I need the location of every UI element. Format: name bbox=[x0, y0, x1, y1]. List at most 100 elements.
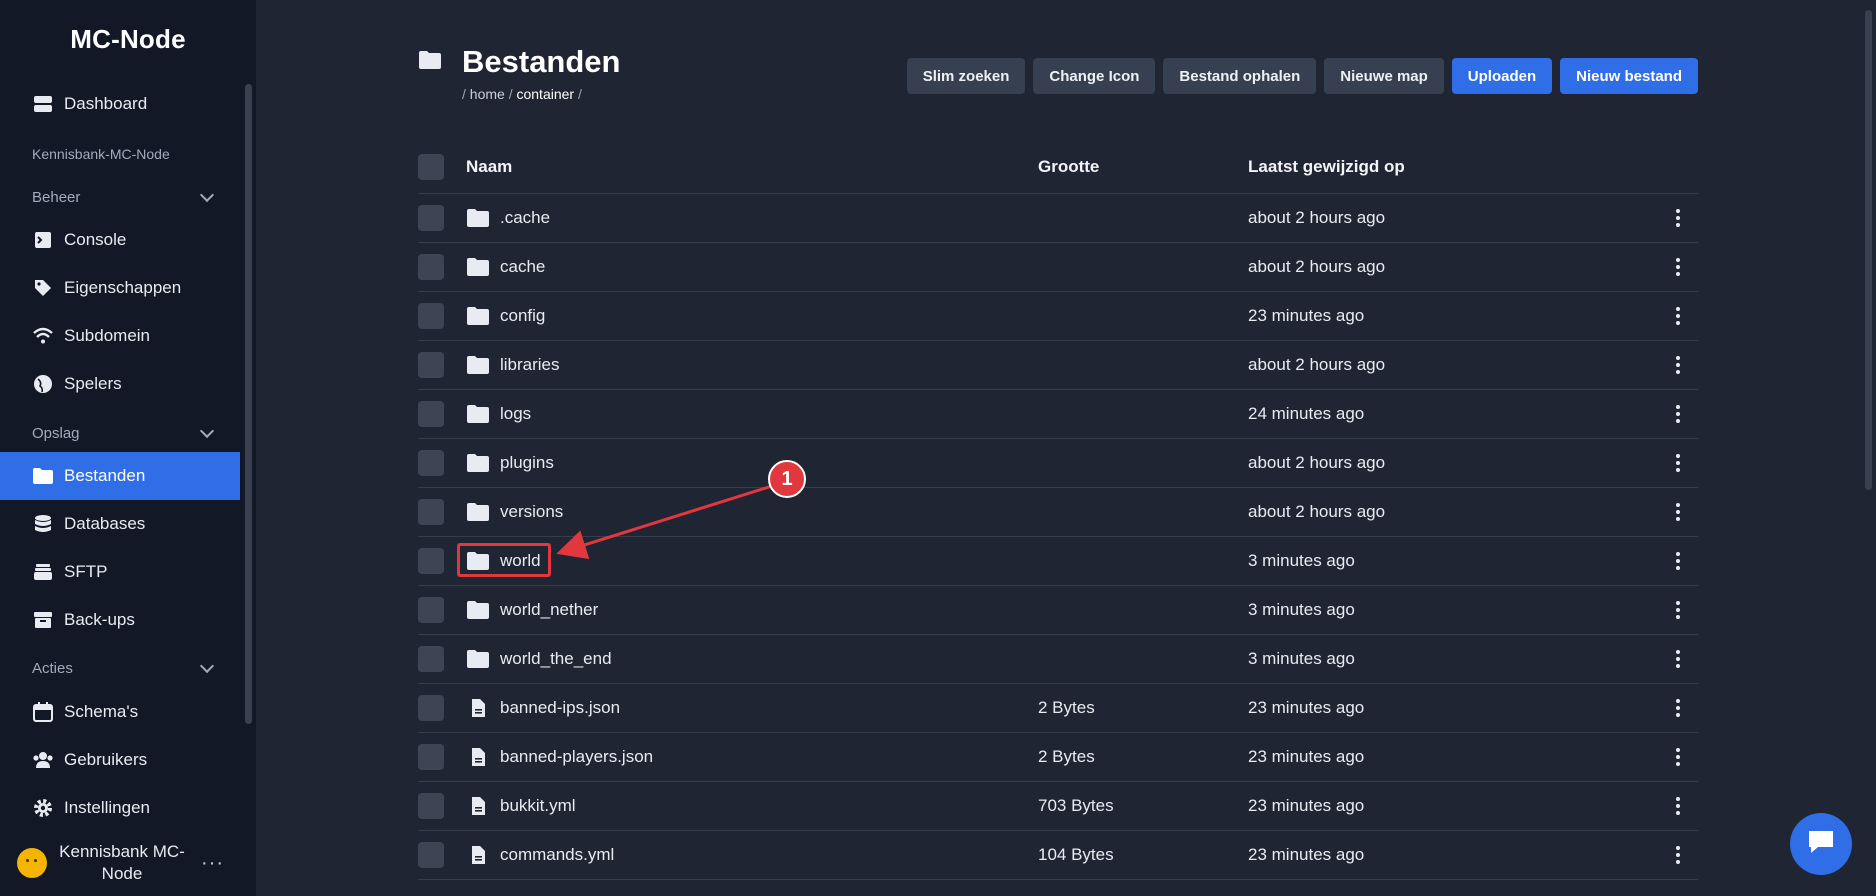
row-checkbox[interactable] bbox=[418, 646, 444, 672]
row-checkbox[interactable] bbox=[418, 205, 444, 231]
file-name-cell[interactable]: commands.yml bbox=[444, 845, 1038, 865]
row-actions-button[interactable] bbox=[1658, 797, 1698, 815]
file-name-cell[interactable]: logs bbox=[444, 404, 1038, 424]
file-name[interactable]: world bbox=[457, 543, 551, 577]
row-checkbox[interactable] bbox=[418, 303, 444, 329]
file-name-text[interactable]: plugins bbox=[500, 453, 554, 473]
row-actions-button[interactable] bbox=[1658, 601, 1698, 619]
table-row[interactable]: banned-ips.json 2 Bytes 23 minutes ago bbox=[418, 684, 1698, 733]
row-actions-button[interactable] bbox=[1658, 405, 1698, 423]
row-checkbox[interactable] bbox=[418, 401, 444, 427]
row-actions-button[interactable] bbox=[1658, 748, 1698, 766]
file-name[interactable]: plugins bbox=[466, 453, 554, 473]
table-row[interactable]: world_nether 3 minutes ago bbox=[418, 586, 1698, 635]
sidebar-item-bestanden[interactable]: Bestanden bbox=[0, 452, 240, 500]
row-checkbox[interactable] bbox=[418, 450, 444, 476]
section-opslag[interactable]: Opslag bbox=[32, 423, 215, 442]
breadcrumb-home[interactable]: home bbox=[470, 86, 505, 102]
row-checkbox[interactable] bbox=[418, 695, 444, 721]
sidebar-item-instellingen[interactable]: Instellingen bbox=[0, 784, 240, 832]
sidebar-item-console[interactable]: Console bbox=[0, 216, 240, 264]
row-actions-button[interactable] bbox=[1658, 846, 1698, 864]
file-name[interactable]: bukkit.yml bbox=[466, 796, 576, 816]
sidebar-item-backups[interactable]: Back-ups bbox=[0, 596, 240, 644]
table-row[interactable]: logs 24 minutes ago bbox=[418, 390, 1698, 439]
column-size[interactable]: Grootte bbox=[1038, 157, 1248, 177]
table-row[interactable]: cache about 2 hours ago bbox=[418, 243, 1698, 292]
file-name[interactable]: banned-ips.json bbox=[466, 698, 620, 718]
table-row[interactable]: world 3 minutes ago bbox=[418, 537, 1698, 586]
file-name[interactable]: versions bbox=[466, 502, 563, 522]
column-name[interactable]: Naam bbox=[444, 157, 1038, 177]
file-name-cell[interactable]: world bbox=[444, 543, 1038, 577]
sidebar-item-databases[interactable]: Databases bbox=[0, 500, 240, 548]
file-name-text[interactable]: banned-ips.json bbox=[500, 698, 620, 718]
file-name-cell[interactable]: config bbox=[444, 306, 1038, 326]
chat-button[interactable] bbox=[1790, 813, 1852, 875]
file-name-cell[interactable]: banned-ips.json bbox=[444, 698, 1038, 718]
row-actions-button[interactable] bbox=[1658, 503, 1698, 521]
sidebar-item-dashboard[interactable]: Dashboard bbox=[0, 80, 240, 128]
file-name-text[interactable]: world_nether bbox=[500, 600, 598, 620]
file-name-cell[interactable]: bukkit.yml bbox=[444, 796, 1038, 816]
sidebar-item-subdomein[interactable]: Subdomein bbox=[0, 312, 240, 360]
file-name-cell[interactable]: .cache bbox=[444, 208, 1038, 228]
file-name[interactable]: world_the_end bbox=[466, 649, 612, 669]
row-checkbox[interactable] bbox=[418, 793, 444, 819]
sidebar-item-schemas[interactable]: Schema's bbox=[0, 688, 240, 736]
row-checkbox[interactable] bbox=[418, 548, 444, 574]
column-modified[interactable]: Laatst gewijzigd op bbox=[1248, 157, 1698, 177]
file-name[interactable]: commands.yml bbox=[466, 845, 614, 865]
file-name-text[interactable]: bukkit.yml bbox=[500, 796, 576, 816]
file-name[interactable]: banned-players.json bbox=[466, 747, 653, 767]
user-profile[interactable]: Kennisbank MC-Node ··· bbox=[0, 830, 256, 896]
file-name-text[interactable]: commands.yml bbox=[500, 845, 614, 865]
upload-button[interactable]: Uploaden bbox=[1451, 58, 1553, 94]
file-name[interactable]: cache bbox=[466, 257, 545, 277]
fetch-file-button[interactable]: Bestand ophalen bbox=[1163, 58, 1317, 94]
file-name[interactable]: world_nether bbox=[466, 600, 598, 620]
row-checkbox[interactable] bbox=[418, 842, 444, 868]
sidebar-item-spelers[interactable]: Spelers bbox=[0, 360, 240, 408]
select-all-checkbox[interactable] bbox=[418, 153, 444, 180]
file-name-cell[interactable]: world_nether bbox=[444, 600, 1038, 620]
file-name-text[interactable]: logs bbox=[500, 404, 531, 424]
row-checkbox[interactable] bbox=[418, 254, 444, 280]
file-name-cell[interactable]: banned-players.json bbox=[444, 747, 1038, 767]
table-row[interactable]: .cache about 2 hours ago bbox=[418, 194, 1698, 243]
brand-logo[interactable]: MC-Node bbox=[0, 24, 256, 55]
file-name-text[interactable]: cache bbox=[500, 257, 545, 277]
file-name-cell[interactable]: plugins bbox=[444, 453, 1038, 473]
new-file-button[interactable]: Nieuw bestand bbox=[1560, 58, 1698, 94]
row-actions-button[interactable] bbox=[1658, 307, 1698, 325]
row-actions-button[interactable] bbox=[1658, 454, 1698, 472]
table-row[interactable]: config 23 minutes ago bbox=[418, 292, 1698, 341]
file-name-text[interactable]: world_the_end bbox=[500, 649, 612, 669]
row-checkbox[interactable] bbox=[418, 352, 444, 378]
file-name-text[interactable]: config bbox=[500, 306, 545, 326]
file-name[interactable]: logs bbox=[466, 404, 531, 424]
table-row[interactable]: commands.yml 104 Bytes 23 minutes ago bbox=[418, 831, 1698, 880]
file-name-cell[interactable]: cache bbox=[444, 257, 1038, 277]
file-name-text[interactable]: banned-players.json bbox=[500, 747, 653, 767]
file-name-text[interactable]: versions bbox=[500, 502, 563, 522]
row-actions-button[interactable] bbox=[1658, 650, 1698, 668]
row-actions-button[interactable] bbox=[1658, 209, 1698, 227]
row-actions-button[interactable] bbox=[1658, 552, 1698, 570]
section-beheer[interactable]: Beheer bbox=[32, 187, 215, 206]
page-scrollbar[interactable] bbox=[1865, 10, 1872, 490]
section-acties[interactable]: Acties bbox=[32, 658, 215, 677]
file-name-cell[interactable]: world_the_end bbox=[444, 649, 1038, 669]
sidebar-item-eigenschappen[interactable]: Eigenschappen bbox=[0, 264, 240, 312]
file-name[interactable]: libraries bbox=[466, 355, 560, 375]
row-actions-button[interactable] bbox=[1658, 356, 1698, 374]
change-icon-button[interactable]: Change Icon bbox=[1033, 58, 1156, 94]
row-actions-button[interactable] bbox=[1658, 258, 1698, 276]
smart-search-button[interactable]: Slim zoeken bbox=[906, 58, 1026, 94]
row-checkbox[interactable] bbox=[418, 499, 444, 525]
avatar[interactable] bbox=[17, 848, 47, 878]
table-row[interactable]: versions about 2 hours ago bbox=[418, 488, 1698, 537]
sidebar-scrollbar[interactable] bbox=[245, 84, 252, 724]
table-row[interactable]: world_the_end 3 minutes ago bbox=[418, 635, 1698, 684]
file-name-text[interactable]: libraries bbox=[500, 355, 560, 375]
